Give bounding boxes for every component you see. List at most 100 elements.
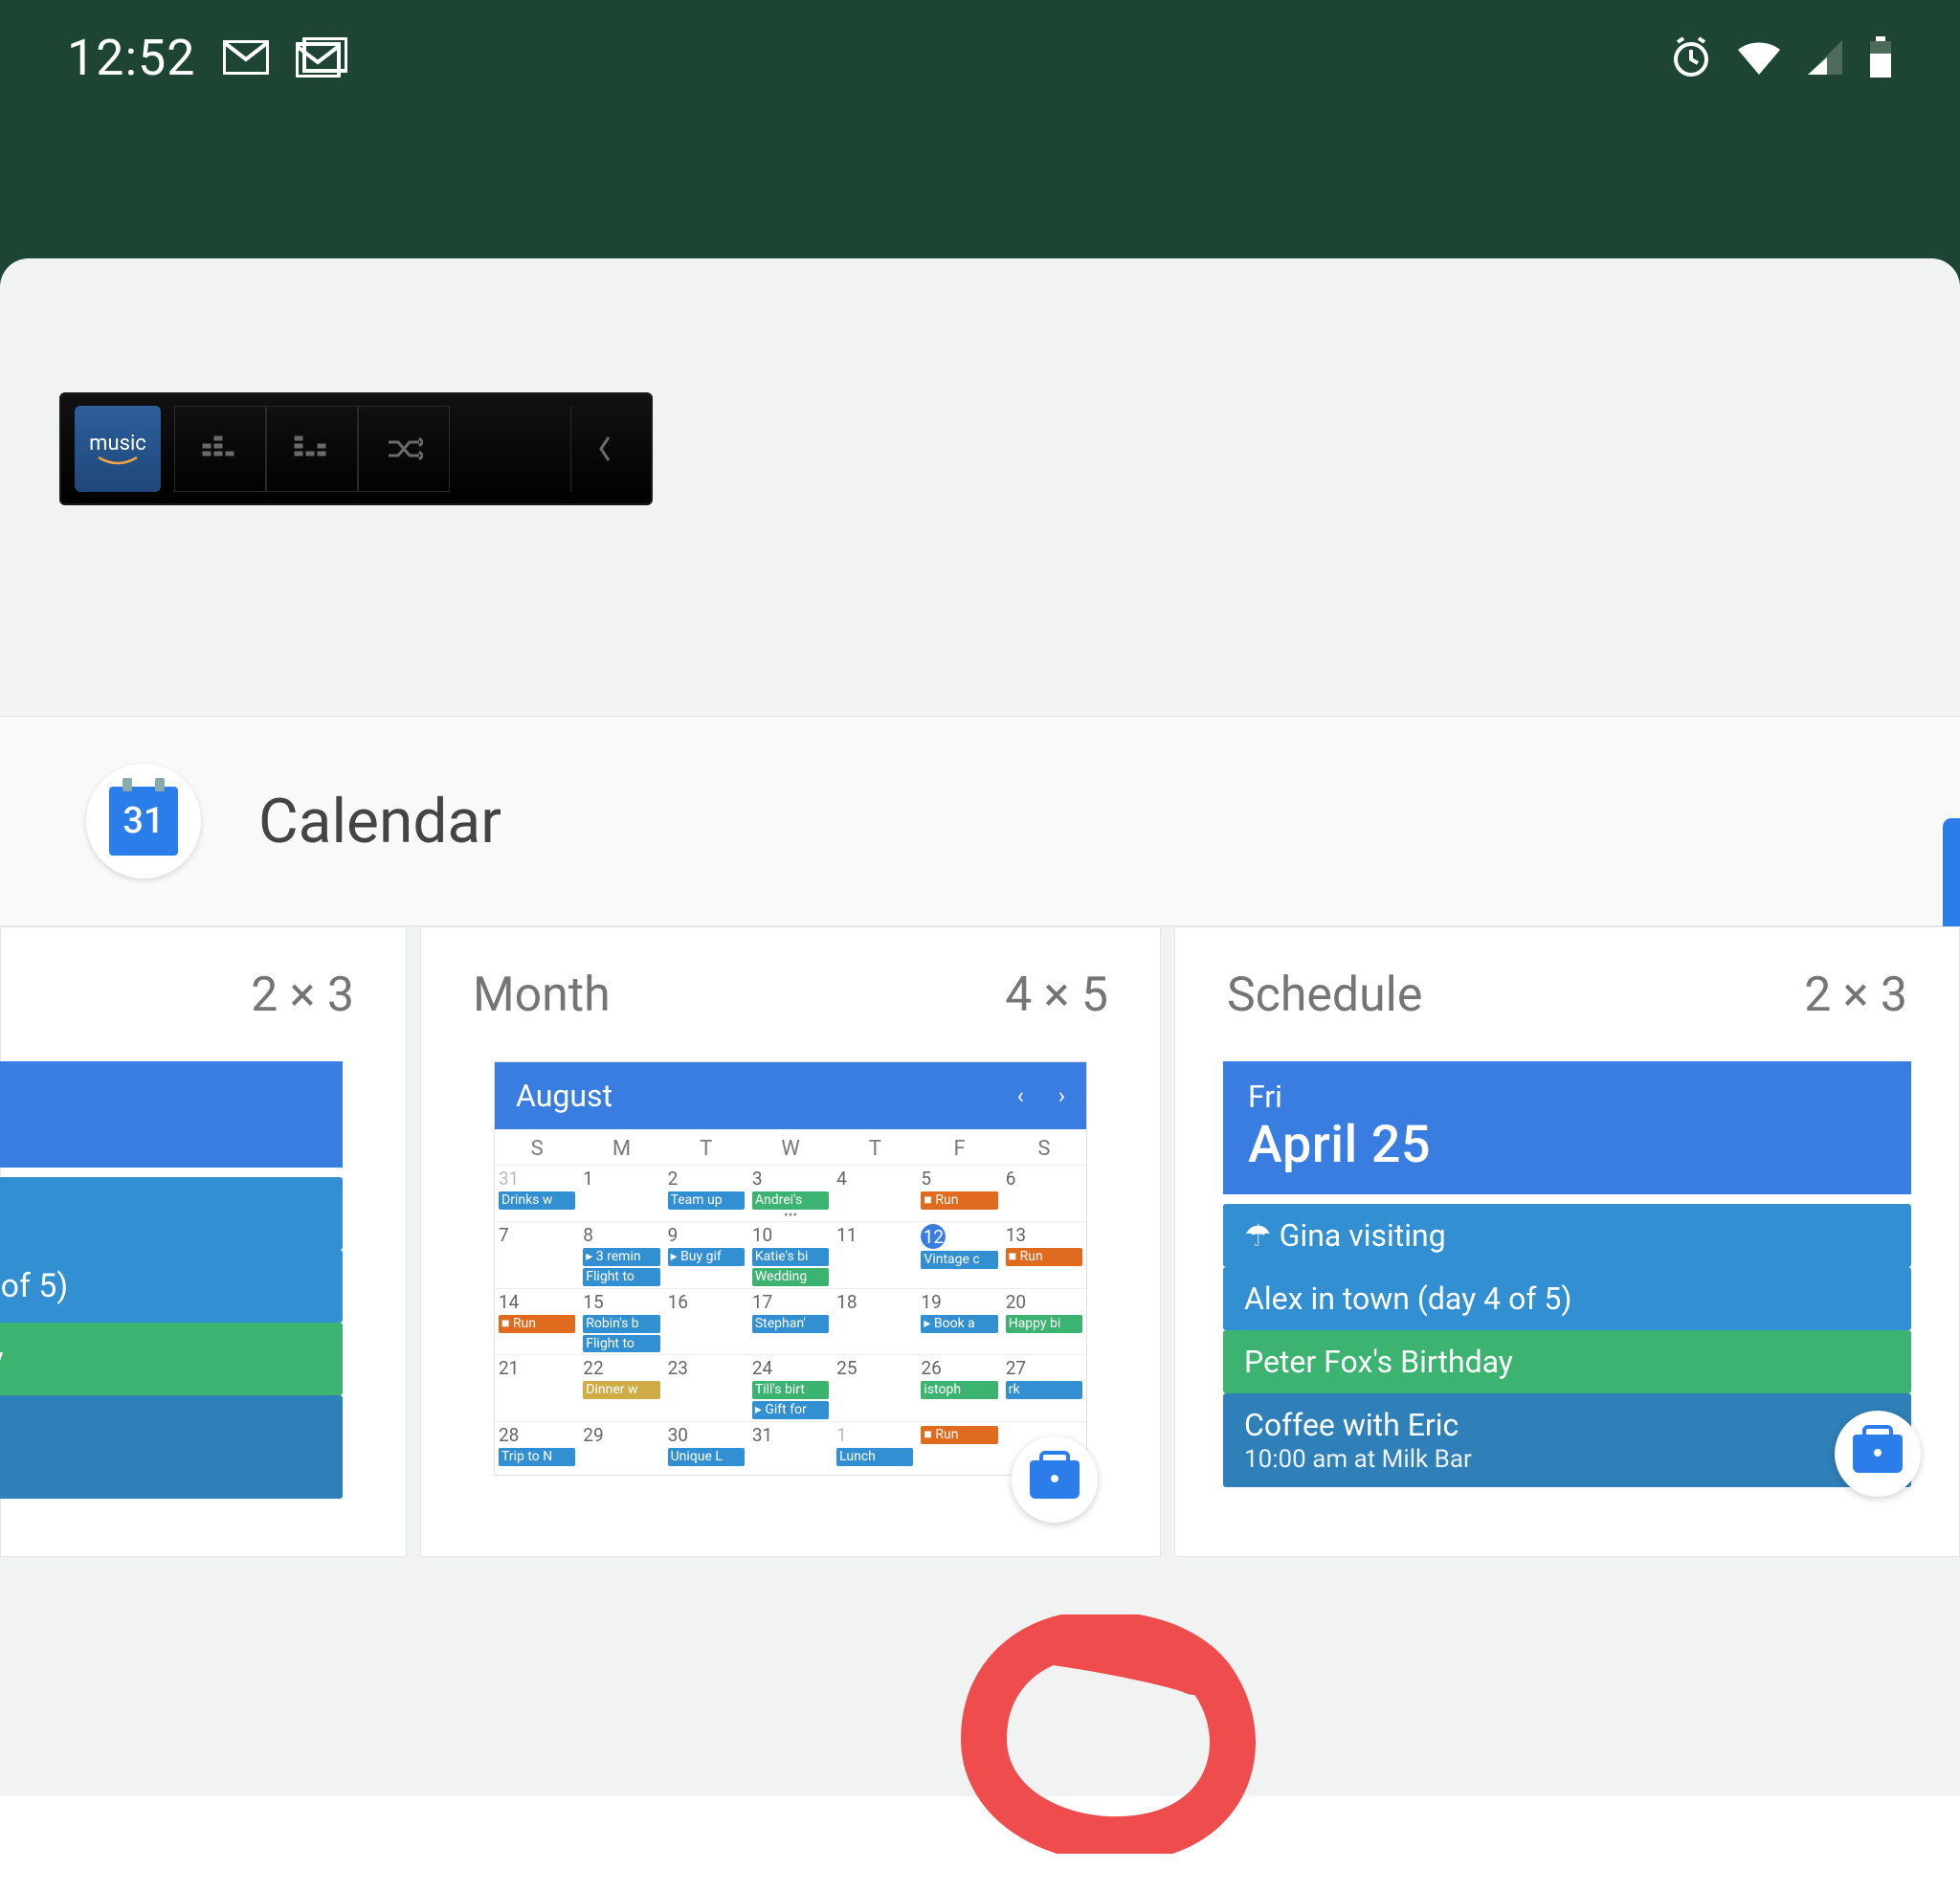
event-chip: ▸ Book a xyxy=(921,1315,997,1333)
event-chip: ☂ Gina visiting xyxy=(1223,1204,1911,1267)
month-cell: 3Andrei's••• xyxy=(748,1165,833,1221)
dow-label: W xyxy=(748,1129,833,1165)
month-cell: 11 xyxy=(833,1221,917,1288)
event-chip: Flight to xyxy=(583,1335,659,1353)
month-cell: 23 xyxy=(664,1354,748,1421)
month-cell: 5■ Run xyxy=(917,1165,1001,1221)
event-chip: ▸ 3 remin xyxy=(583,1248,659,1266)
month-cell: 4 xyxy=(833,1165,917,1221)
month-cell: 7 xyxy=(495,1221,579,1288)
event-chip: Team up xyxy=(668,1191,745,1210)
event-chip: g xyxy=(0,1177,343,1250)
event-chip: Unique L xyxy=(668,1448,745,1466)
dow-label: T xyxy=(833,1129,917,1165)
event-chip: Vintage c xyxy=(921,1251,997,1269)
widget-card-schedule[interactable]: Schedule 2 × 3 Fri April 25 ☂ Gina visit… xyxy=(1174,926,1960,1557)
chevron-left-icon[interactable] xyxy=(570,406,637,492)
month-cell: 20Happy bi xyxy=(1002,1288,1086,1355)
briefcase-icon xyxy=(1853,1435,1903,1473)
dow-label: F xyxy=(917,1129,1001,1165)
equalizer-icon xyxy=(266,406,358,492)
dow-label: S xyxy=(495,1129,579,1165)
calendar-icon-day: 31 xyxy=(122,800,164,842)
widget-size-label: 2 × 3 xyxy=(251,968,354,1023)
event-chip: Drinks w xyxy=(499,1191,575,1210)
widget-size-label: 4 × 5 xyxy=(1005,968,1108,1023)
dow-label: T xyxy=(664,1129,748,1165)
event-chip: Till's birt xyxy=(752,1381,829,1399)
dow-label: S xyxy=(1002,1129,1086,1165)
month-cell: 1 xyxy=(579,1165,663,1221)
widget-card-month[interactable]: Month 4 × 5 August ‹ › SMTWTFS31Drinks w… xyxy=(420,926,1161,1557)
month-cell: 16 xyxy=(664,1288,748,1355)
event-chip: Wedding xyxy=(752,1268,829,1286)
app-title: Calendar xyxy=(258,786,501,857)
month-cell: 14■ Run xyxy=(495,1288,579,1355)
event-chip: Alex in town (day 4 of 5) xyxy=(1223,1267,1911,1330)
event-chip: Andrei's xyxy=(752,1191,829,1210)
event-chip: ■ Run xyxy=(1006,1248,1082,1266)
widget-card-schedule-small[interactable]: 2 × 3 5 g(day 4 of 5)irthdayricMilk Bar xyxy=(0,926,407,1557)
wifi-icon xyxy=(1736,38,1782,77)
work-profile-badge xyxy=(1012,1436,1098,1523)
event-chip: ■ Run xyxy=(921,1191,997,1210)
event-chip: Trip to N xyxy=(499,1448,575,1466)
chevron-left-icon[interactable]: ‹ xyxy=(1017,1082,1024,1109)
month-cell: 1Lunch xyxy=(833,1421,917,1475)
chevron-right-icon[interactable]: › xyxy=(1058,1082,1065,1109)
event-chip: irthday xyxy=(0,1323,343,1395)
calendar-widgets-row[interactable]: 2 × 3 5 g(day 4 of 5)irthdayricMilk Bar … xyxy=(0,926,1960,1557)
month-cell: 18 xyxy=(833,1288,917,1355)
event-chip: ▸ Gift for xyxy=(752,1401,829,1419)
widget-size-label: 2 × 3 xyxy=(1804,968,1907,1023)
shuffle-icon xyxy=(358,406,450,492)
event-chip: ▸ Buy gif xyxy=(668,1248,745,1266)
amazon-music-logo: music xyxy=(75,406,161,492)
event-chip: Coffee with Eric10:00 am at Milk Bar xyxy=(1223,1393,1911,1487)
amazon-music-widget-preview[interactable]: music xyxy=(59,392,653,505)
amazon-music-label: music xyxy=(89,432,146,456)
month-cell: 10Katie's biWedding xyxy=(748,1221,833,1288)
month-title: August xyxy=(516,1078,612,1114)
briefcase-icon xyxy=(1030,1460,1080,1499)
gmail-stack-icon xyxy=(296,37,347,78)
dow-label: M xyxy=(579,1129,663,1165)
event-chip: ■ Run xyxy=(499,1315,575,1333)
event-chip: (day 4 of 5) xyxy=(0,1250,343,1323)
month-cell: ■ Run xyxy=(917,1421,1001,1475)
month-cell: 15Robin's bFlight to xyxy=(579,1288,663,1355)
cellular-signal-icon xyxy=(1806,38,1844,77)
battery-icon xyxy=(1868,36,1893,78)
alarm-icon xyxy=(1670,36,1712,78)
month-cell: 9▸ Buy gif xyxy=(664,1221,748,1288)
month-cell: 22Dinner w xyxy=(579,1354,663,1421)
event-chip: Robin's b xyxy=(583,1315,659,1333)
event-chip: Flight to xyxy=(583,1268,659,1286)
month-cell: 17Stephan' xyxy=(748,1288,833,1355)
month-cell: 2Team up xyxy=(664,1165,748,1221)
month-cell: 31Drinks w xyxy=(495,1165,579,1221)
event-chip: ricMilk Bar xyxy=(0,1395,343,1499)
month-cell: 19▸ Book a xyxy=(917,1288,1001,1355)
android-status-bar: 12:52 xyxy=(0,0,1960,115)
schedule-preview: Fri April 25 ☂ Gina visitingAlex in town… xyxy=(1223,1061,1911,1487)
event-chip: Stephan' xyxy=(752,1315,829,1333)
event-chip: Happy bi xyxy=(1006,1315,1082,1333)
calendar-app-icon: 31 xyxy=(86,764,201,879)
month-cell: 29 xyxy=(579,1421,663,1475)
month-cell: 27rk xyxy=(1002,1354,1086,1421)
month-cell: 25 xyxy=(833,1354,917,1421)
widget-picker-sheet[interactable]: music 31 Calendar xyxy=(0,258,1960,1892)
widget-app-header-calendar[interactable]: 31 Calendar xyxy=(0,716,1960,926)
month-cell: 6 xyxy=(1002,1165,1086,1221)
month-cell: 26istoph xyxy=(917,1354,1001,1421)
event-chip: Lunch xyxy=(836,1448,913,1466)
event-chip: Peter Fox's Birthday xyxy=(1223,1330,1911,1393)
equalizer-icon xyxy=(174,406,266,492)
clock-time: 12:52 xyxy=(67,29,196,87)
month-cell: 12Vintage c xyxy=(917,1221,1001,1288)
month-cell: 21 xyxy=(495,1354,579,1421)
month-cell: 24Till's birt▸ Gift for xyxy=(748,1354,833,1421)
gmail-icon xyxy=(223,40,269,75)
month-cell: 28Trip to N xyxy=(495,1421,579,1475)
